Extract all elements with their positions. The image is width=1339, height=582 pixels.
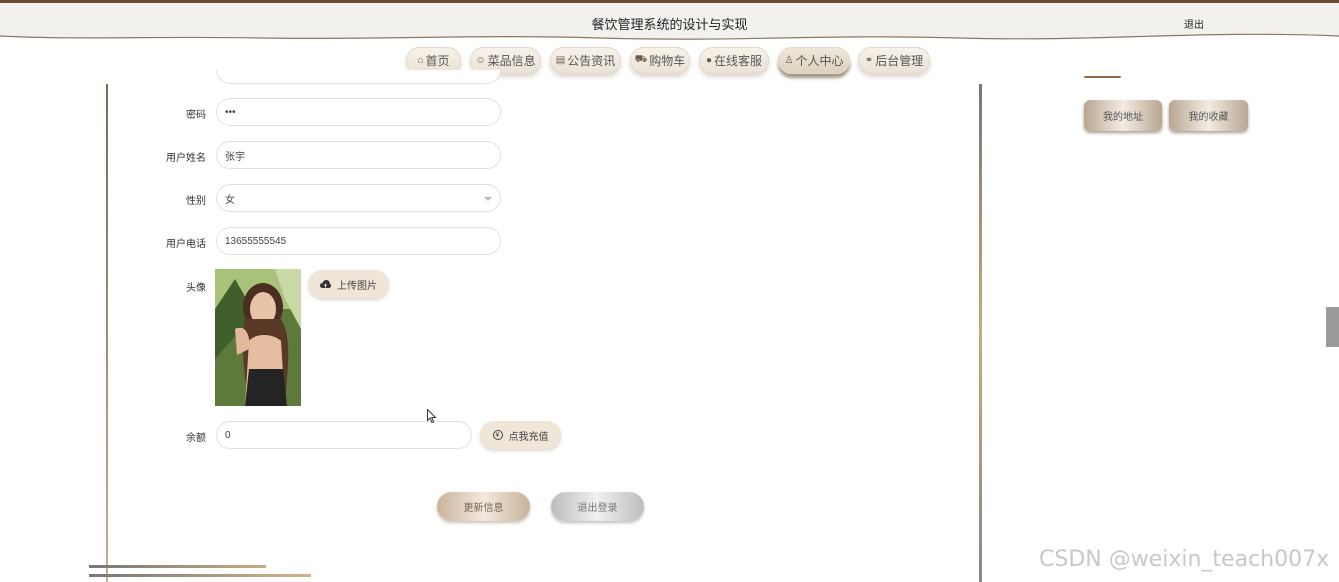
scrollbar-thumb[interactable] [1326, 307, 1339, 347]
chat-icon: ● [705, 55, 713, 66]
recharge-button[interactable]: ¥ 点我充值 [480, 421, 561, 449]
phone-label: 用户电话 [166, 239, 206, 250]
gender-value: 女 [225, 194, 235, 206]
gender-label: 性别 [186, 196, 206, 207]
nav-label: 菜品信息 [487, 54, 536, 68]
yuan-icon: ¥ [492, 430, 503, 440]
link-icon: ⚭ [864, 55, 874, 66]
notice-icon: ▤ [555, 55, 566, 66]
phone-value: 13655555545 [225, 235, 287, 247]
bottom-deco-line [89, 574, 311, 577]
update-info-button[interactable]: 更新信息 [437, 492, 530, 521]
password-field[interactable]: ••• [216, 98, 501, 126]
nav-label: 后台管理 [875, 54, 924, 68]
name-label: 用户姓名 [166, 153, 206, 164]
logout-button[interactable]: 退出登录 [551, 492, 644, 521]
gender-select[interactable]: 女 [216, 184, 501, 212]
nav-item-service[interactable]: ● 在线客服 [699, 47, 769, 74]
upload-label: 上传图片 [337, 280, 377, 292]
content-divider [979, 84, 982, 582]
chevron-down-icon [484, 197, 492, 201]
balance-value: 0 [225, 429, 231, 441]
password-label: 密码 [186, 110, 206, 121]
cart-icon: ⛟ [634, 54, 648, 65]
nav-item-admin[interactable]: ⚭ 后台管理 [858, 47, 930, 74]
nav-label: 购物车 [649, 54, 686, 68]
cloud-upload-icon [320, 279, 331, 288]
upload-image-button[interactable]: 上传图片 [308, 270, 389, 298]
side-divider [1084, 76, 1121, 78]
phone-field[interactable]: 13655555545 [216, 227, 501, 255]
balance-field[interactable]: 0 [216, 421, 472, 449]
watermark: CSDN @weixin_teach007x [1039, 547, 1330, 572]
header-logout-link[interactable]: 退出 [1184, 16, 1204, 31]
my-address-button[interactable]: 我的地址 [1084, 100, 1162, 131]
top-header: 餐饮管理系统的设计与实现 退出 [0, 0, 1339, 44]
balance-label: 余额 [186, 433, 206, 444]
home-icon: ⌂ [417, 55, 424, 66]
avatar-image [215, 269, 301, 406]
nav-item-notices[interactable]: ▤ 公告资讯 [550, 47, 621, 74]
left-border-line [106, 84, 108, 582]
nav-item-profile[interactable]: ♙ 个人中心 [778, 47, 850, 74]
account-field-partial[interactable] [216, 70, 501, 84]
nav-label: 在线客服 [714, 54, 763, 68]
mouse-cursor-icon [427, 409, 437, 424]
user-icon: ♙ [784, 55, 794, 66]
my-favorites-button[interactable]: 我的收藏 [1169, 100, 1248, 131]
avatar-label: 头像 [186, 283, 206, 294]
nav-label: 个人中心 [795, 54, 844, 68]
site-title: 餐饮管理系统的设计与实现 [591, 17, 748, 32]
nav-label: 公告资讯 [567, 54, 616, 68]
main-nav: ⌂ 首页 ☺ 菜品信息 ▤ 公告资讯 ⛟ 购物车 ● 在线客服 ♙ 个人中心 ⚭… [0, 47, 1339, 75]
nav-label: 首页 [425, 54, 450, 68]
bottom-deco-line [89, 565, 266, 568]
name-field[interactable]: 张宇 [216, 141, 501, 169]
nav-item-cart[interactable]: ⛟ 购物车 [630, 47, 690, 74]
dish-icon: ☺ [475, 55, 486, 66]
recharge-label: 点我充值 [508, 431, 549, 443]
name-value: 张宇 [225, 151, 245, 163]
password-value: ••• [225, 106, 236, 118]
